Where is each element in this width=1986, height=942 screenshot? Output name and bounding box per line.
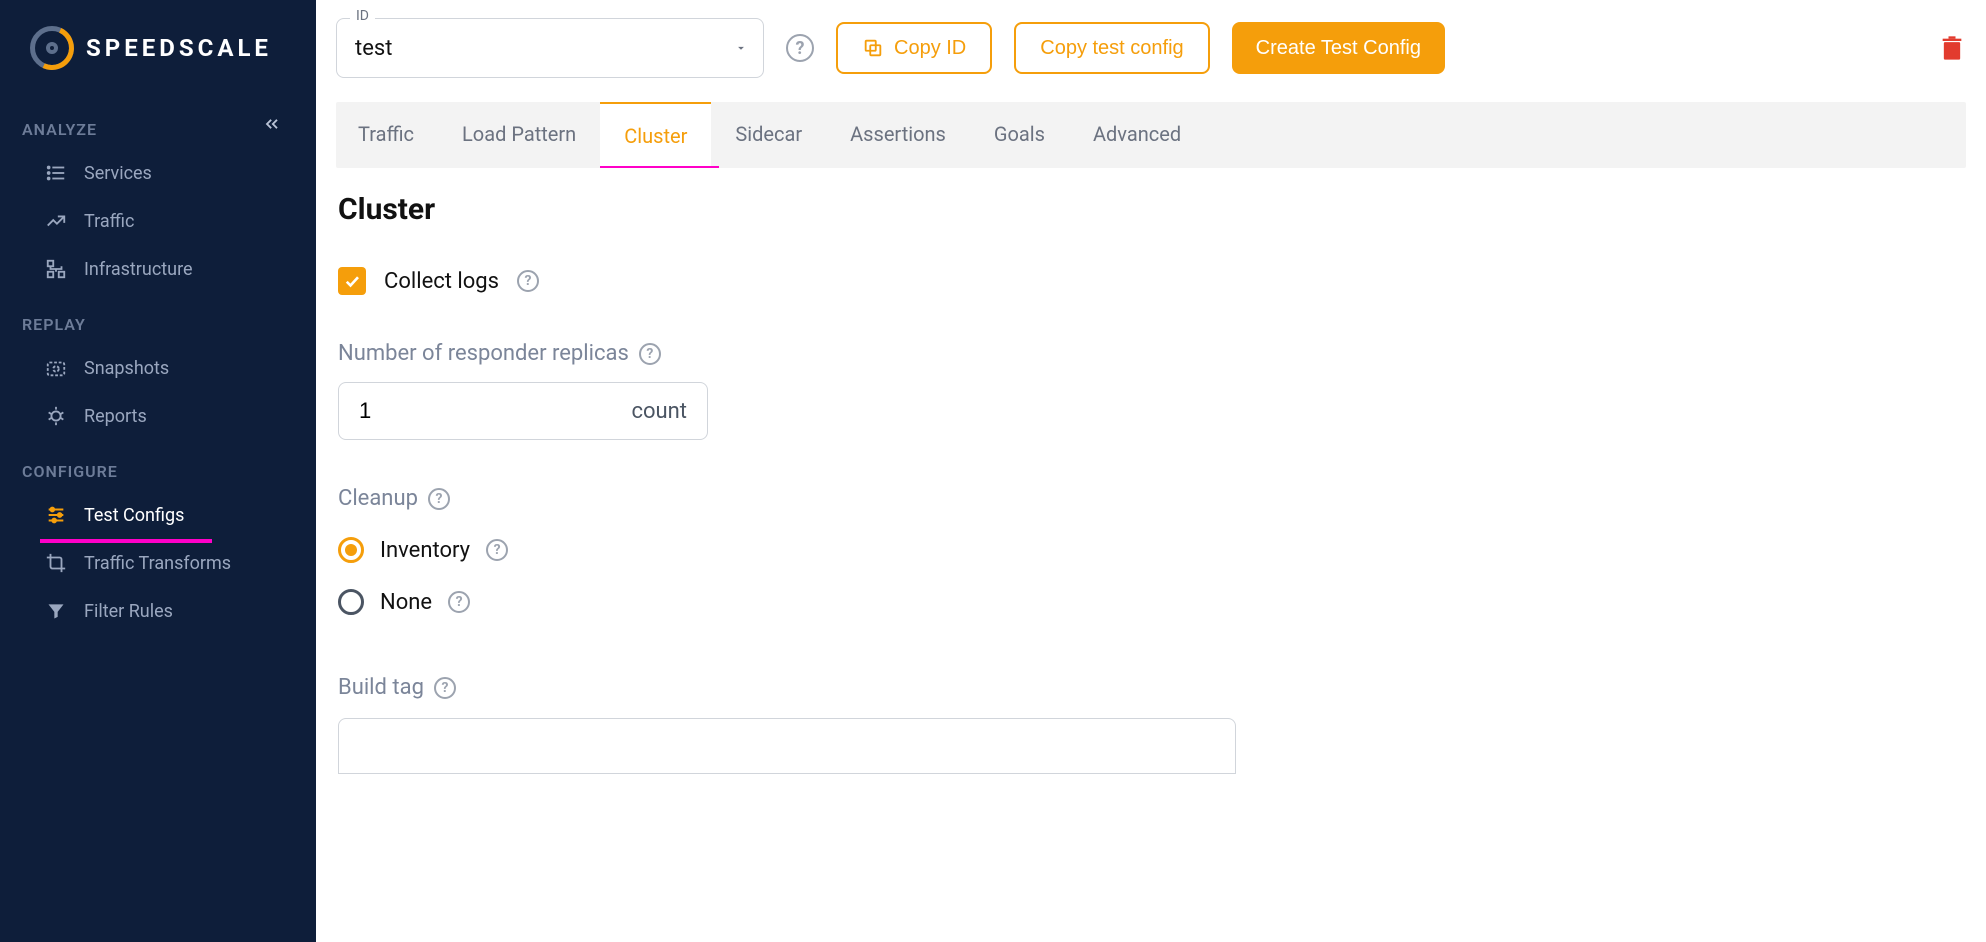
sidebar-item-label: Traffic <box>84 211 134 232</box>
collect-logs-checkbox[interactable] <box>338 267 366 295</box>
radio-label: Inventory <box>380 538 470 563</box>
sidebar-item-traffic-transforms[interactable]: Traffic Transforms <box>0 539 316 587</box>
help-icon[interactable]: ? <box>448 591 470 613</box>
tab-label: Cluster <box>624 124 687 148</box>
replicas-label-row: Number of responder replicas ? <box>338 341 1236 366</box>
sidebar-item-label: Filter Rules <box>84 601 173 622</box>
tab-advanced[interactable]: Advanced <box>1069 102 1205 168</box>
funnel-icon <box>44 599 68 623</box>
logo-icon <box>30 26 74 70</box>
sidebar-item-test-configs[interactable]: Test Configs <box>0 491 316 539</box>
cluster-panel: Cluster Collect logs ? Number of respond… <box>336 168 1236 774</box>
replicas-unit: count <box>631 399 687 424</box>
id-select-wrapper: ID test <box>336 18 764 78</box>
sidebar-item-reports[interactable]: Reports <box>0 392 316 440</box>
radio-none[interactable] <box>338 589 364 615</box>
create-test-config-button[interactable]: Create Test Config <box>1232 22 1445 74</box>
help-icon[interactable]: ? <box>786 34 814 62</box>
cleanup-option-inventory: Inventory ? <box>338 537 1236 563</box>
replicas-input-wrapper: count <box>338 382 708 440</box>
help-icon[interactable]: ? <box>639 343 661 365</box>
sidebar-item-snapshots[interactable]: Snapshots <box>0 344 316 392</box>
header-row: ID test ? Copy ID Copy test config Creat… <box>336 18 1966 102</box>
sliders-icon <box>44 503 68 527</box>
network-icon <box>44 257 68 281</box>
replicas-label: Number of responder replicas <box>338 341 629 366</box>
copy-icon <box>862 37 884 59</box>
id-select[interactable]: test <box>336 18 764 78</box>
trending-up-icon <box>44 209 68 233</box>
tab-cluster[interactable]: Cluster <box>600 102 711 168</box>
sidebar-item-label: Snapshots <box>84 358 169 379</box>
collect-logs-row: Collect logs ? <box>338 267 1236 295</box>
copy-test-config-button[interactable]: Copy test config <box>1014 22 1209 74</box>
build-tag-label: Build tag <box>338 675 424 700</box>
trash-icon <box>1938 32 1966 64</box>
sidebar-collapse-button[interactable] <box>260 112 284 136</box>
help-icon[interactable]: ? <box>517 270 539 292</box>
nav-section-configure: CONFIGURE <box>0 440 316 491</box>
tab-load-pattern[interactable]: Load Pattern <box>438 102 600 168</box>
radio-inventory[interactable] <box>338 537 364 563</box>
section-title: Cluster <box>338 192 1236 227</box>
collect-logs-label: Collect logs <box>384 269 499 294</box>
tab-goals[interactable]: Goals <box>970 102 1069 168</box>
caret-down-icon <box>734 41 748 55</box>
tabs: Traffic Load Pattern Cluster Sidecar Ass… <box>336 102 1966 168</box>
sidebar-item-label: Traffic Transforms <box>84 553 231 574</box>
sidebar: SPEEDSCALE ANALYZE Services Traffic Infr… <box>0 0 316 942</box>
brand-logo: SPEEDSCALE <box>0 26 316 98</box>
button-label: Copy ID <box>894 37 966 60</box>
button-label: Create Test Config <box>1256 37 1421 60</box>
radio-label: None <box>380 590 432 615</box>
tab-label: Advanced <box>1093 122 1181 146</box>
chevrons-left-icon <box>262 114 282 134</box>
cleanup-section: Cleanup ? Inventory ? None ? <box>338 486 1236 615</box>
brand-name: SPEEDSCALE <box>86 34 272 62</box>
tab-label: Load Pattern <box>462 122 576 146</box>
sidebar-item-label: Infrastructure <box>84 259 193 280</box>
button-label: Copy test config <box>1040 37 1183 60</box>
delete-button[interactable] <box>1938 32 1966 64</box>
sidebar-item-label: Reports <box>84 406 147 427</box>
id-select-value: test <box>355 36 392 61</box>
tab-label: Sidecar <box>735 122 802 146</box>
id-field-label: ID <box>350 8 375 24</box>
help-icon[interactable]: ? <box>434 677 456 699</box>
cleanup-option-none: None ? <box>338 589 1236 615</box>
help-icon[interactable]: ? <box>428 488 450 510</box>
tab-assertions[interactable]: Assertions <box>826 102 970 168</box>
replicas-input[interactable] <box>359 398 556 424</box>
build-tag-input[interactable] <box>338 718 1236 774</box>
sidebar-item-services[interactable]: Services <box>0 149 316 197</box>
cleanup-label-row: Cleanup ? <box>338 486 1236 511</box>
crop-icon <box>44 551 68 575</box>
nav-section-replay: REPLAY <box>0 293 316 344</box>
copy-id-button[interactable]: Copy ID <box>836 22 992 74</box>
list-icon <box>44 161 68 185</box>
build-tag-label-row: Build tag ? <box>338 675 1236 700</box>
sidebar-item-filter-rules[interactable]: Filter Rules <box>0 587 316 635</box>
camera-icon <box>44 356 68 380</box>
sidebar-item-label: Test Configs <box>84 505 184 526</box>
sidebar-item-traffic[interactable]: Traffic <box>0 197 316 245</box>
bug-icon <box>44 404 68 428</box>
sidebar-item-infrastructure[interactable]: Infrastructure <box>0 245 316 293</box>
tab-label: Assertions <box>850 122 946 146</box>
tab-label: Traffic <box>358 122 414 146</box>
build-tag-section: Build tag ? <box>338 675 1236 774</box>
tab-sidecar[interactable]: Sidecar <box>711 102 826 168</box>
main-content: ID test ? Copy ID Copy test config Creat… <box>316 0 1986 942</box>
help-icon[interactable]: ? <box>486 539 508 561</box>
sidebar-item-label: Services <box>84 163 152 184</box>
check-icon <box>343 272 361 290</box>
tab-traffic[interactable]: Traffic <box>336 102 438 168</box>
cleanup-label: Cleanup <box>338 486 418 511</box>
tab-label: Goals <box>994 122 1045 146</box>
